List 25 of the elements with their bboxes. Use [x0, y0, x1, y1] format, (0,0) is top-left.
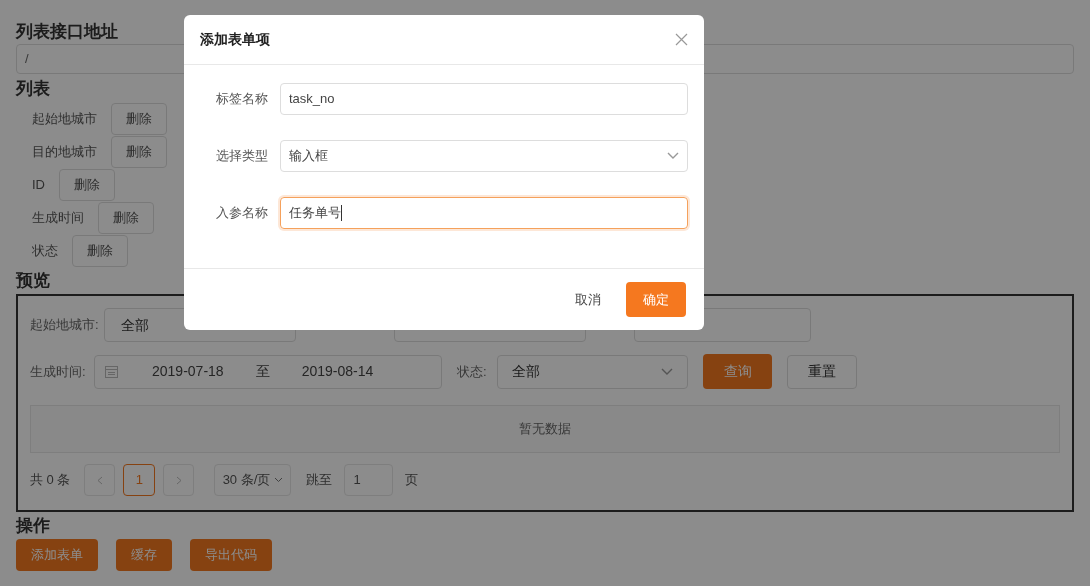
- filter-label: 状态:: [457, 362, 488, 381]
- column-label: 生成时间: [32, 208, 85, 227]
- section-title: 预览: [16, 270, 50, 292]
- filter-label: 生成时间:: [30, 362, 87, 381]
- column-label: 目的地城市: [32, 142, 98, 161]
- total-count: 共 0 条: [30, 471, 71, 490]
- select-value: 输入框: [289, 147, 328, 166]
- range-separator: 至: [255, 362, 270, 381]
- field-label: 标签名称: [215, 90, 269, 109]
- section-title: 操作: [16, 515, 50, 537]
- dialog-title: 添加表单项: [200, 30, 270, 49]
- field-label: 入参名称: [215, 204, 269, 223]
- column-label: 状态: [32, 241, 59, 260]
- empty-text: 暂无数据: [519, 420, 571, 439]
- select-value: 全部: [121, 315, 149, 335]
- field-label: 选择类型: [215, 147, 269, 166]
- section-title: 列表: [16, 78, 50, 100]
- jump-label: 跳至: [306, 471, 333, 490]
- section-title: 列表接口地址: [16, 21, 118, 43]
- page-suffix: 页: [405, 471, 419, 490]
- filter-label: 起始地城市:: [30, 316, 100, 335]
- column-label: ID: [32, 175, 46, 194]
- column-label: 起始地城市: [32, 109, 98, 128]
- start-date: 2019-07-18: [152, 362, 224, 381]
- end-date: 2019-08-14: [301, 362, 374, 381]
